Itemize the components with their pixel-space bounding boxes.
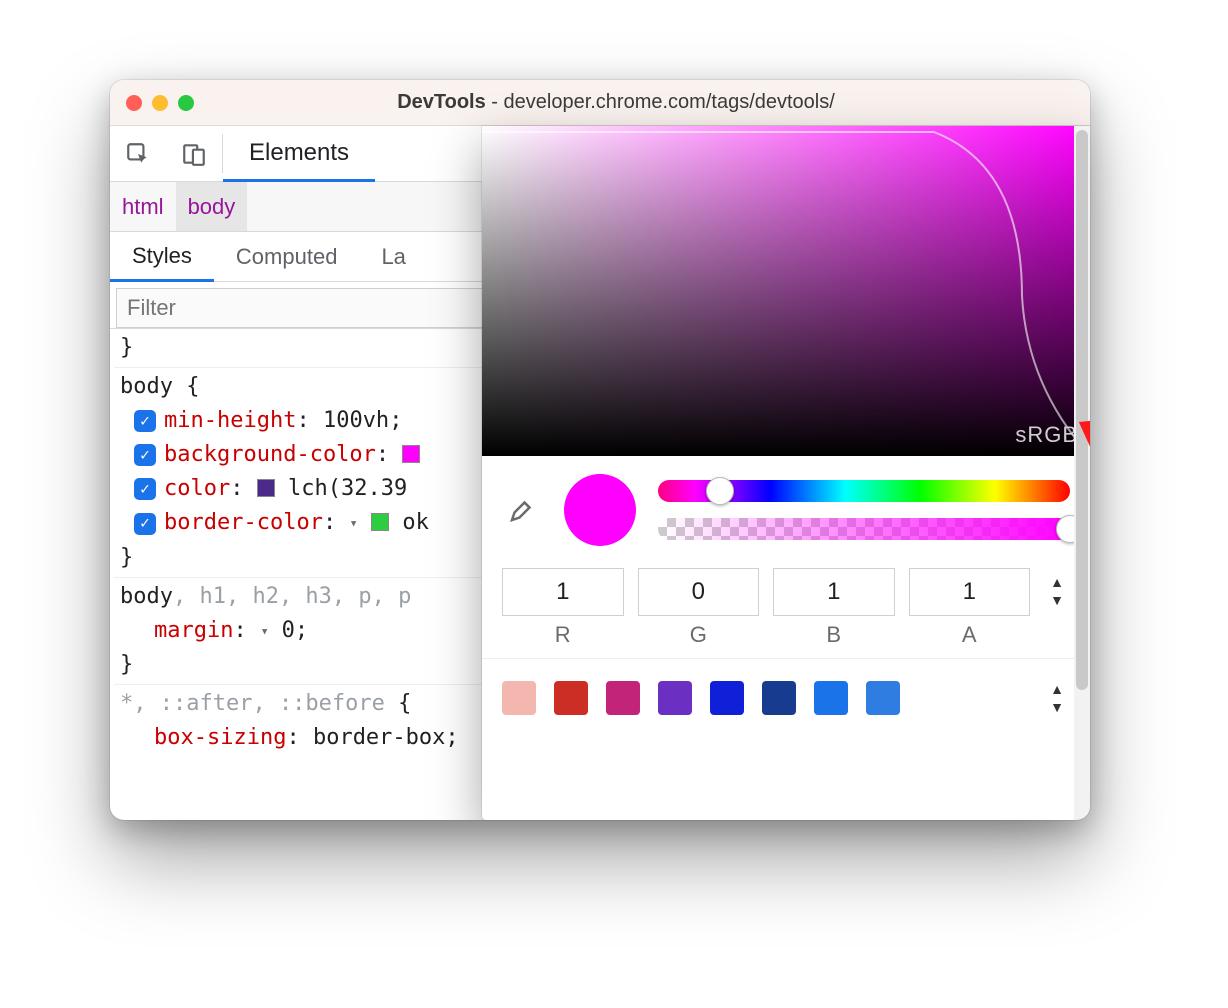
selector-rest[interactable]: , h1, h2, h3, p, p — [173, 584, 411, 609]
tab-elements[interactable]: Elements — [223, 127, 375, 182]
color-preview — [564, 474, 636, 546]
hue-slider[interactable] — [658, 480, 1070, 502]
palette-swatch[interactable] — [762, 681, 796, 715]
titlebar: DevTools - developer.chrome.com/tags/dev… — [110, 80, 1090, 126]
palette-page-stepper[interactable]: ▲ ▼ — [1044, 681, 1070, 715]
palette-swatch[interactable] — [554, 681, 588, 715]
color-picker-popover: sRGB — [482, 126, 1090, 820]
eyedropper-icon[interactable] — [502, 495, 542, 525]
alpha-slider[interactable] — [658, 518, 1070, 540]
annotation-arrow-icon — [1050, 380, 1090, 505]
breadcrumb-html[interactable]: html — [110, 182, 176, 231]
channel-r-input[interactable] — [502, 568, 624, 616]
window-controls — [126, 95, 194, 111]
color-swatch-icon[interactable] — [402, 445, 420, 463]
channel-g-label: G — [638, 622, 760, 648]
channel-g-input[interactable] — [638, 568, 760, 616]
chevron-up-icon: ▲ — [1050, 574, 1064, 590]
selector-main[interactable]: body — [120, 584, 173, 609]
device-toolbar-icon[interactable] — [166, 126, 222, 181]
channel-r-label: R — [502, 622, 624, 648]
expand-shorthand-icon[interactable]: ▸ — [343, 520, 365, 528]
rgba-inputs: R G B A ▲ ▼ — [502, 568, 1070, 648]
inspect-element-icon[interactable] — [110, 126, 166, 181]
chevron-down-icon: ▼ — [1050, 699, 1064, 715]
breadcrumb-body[interactable]: body — [176, 182, 248, 231]
prop-toggle-checkbox[interactable]: ✓ — [134, 444, 156, 466]
color-swatch-icon[interactable] — [257, 479, 275, 497]
color-format-stepper[interactable]: ▲ ▼ — [1044, 568, 1070, 608]
palette-swatch[interactable] — [814, 681, 848, 715]
subtab-computed[interactable]: Computed — [214, 232, 360, 281]
palette-swatch[interactable] — [866, 681, 900, 715]
palette-swatch[interactable] — [658, 681, 692, 715]
chevron-up-icon: ▲ — [1050, 681, 1064, 697]
zoom-window-button[interactable] — [178, 95, 194, 111]
prop-toggle-checkbox[interactable]: ✓ — [134, 410, 156, 432]
minimize-window-button[interactable] — [152, 95, 168, 111]
window-title: DevTools - developer.chrome.com/tags/dev… — [214, 91, 1018, 114]
palette-swatches: ▲ ▼ — [482, 658, 1090, 725]
channel-b-input[interactable] — [773, 568, 895, 616]
devtools-window: DevTools - developer.chrome.com/tags/dev… — [110, 80, 1090, 820]
prop-toggle-checkbox[interactable]: ✓ — [134, 513, 156, 535]
prop-toggle-checkbox[interactable]: ✓ — [134, 478, 156, 500]
color-spectrum[interactable]: sRGB — [482, 126, 1090, 456]
close-window-button[interactable] — [126, 95, 142, 111]
palette-swatch[interactable] — [710, 681, 744, 715]
expand-shorthand-icon[interactable]: ▸ — [253, 627, 275, 635]
hue-slider-thumb[interactable] — [706, 477, 734, 505]
palette-swatch[interactable] — [606, 681, 640, 715]
subtab-layout[interactable]: La — [359, 232, 427, 281]
title-url: developer.chrome.com/tags/devtools/ — [504, 91, 835, 113]
color-swatch-icon[interactable] — [371, 513, 389, 531]
selector-universal[interactable]: *, ::after, ::before — [120, 691, 385, 716]
gamut-boundary-line — [482, 126, 1090, 456]
subtab-styles[interactable]: Styles — [110, 233, 214, 282]
channel-a-input[interactable] — [909, 568, 1031, 616]
chevron-down-icon: ▼ — [1050, 592, 1064, 608]
selector-body[interactable]: body — [120, 374, 173, 399]
channel-a-label: A — [909, 622, 1031, 648]
channel-b-label: B — [773, 622, 895, 648]
palette-swatch[interactable] — [502, 681, 536, 715]
title-app: DevTools — [397, 91, 486, 113]
